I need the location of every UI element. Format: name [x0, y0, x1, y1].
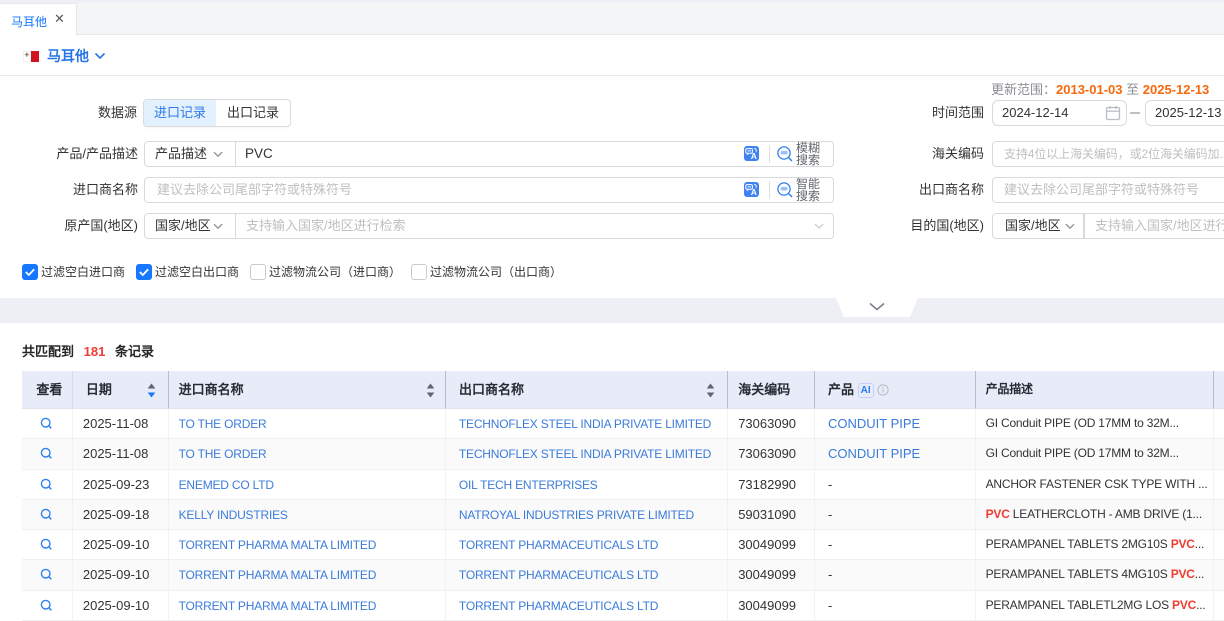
svg-text:A: A: [751, 151, 757, 161]
svg-text:A: A: [751, 187, 757, 197]
